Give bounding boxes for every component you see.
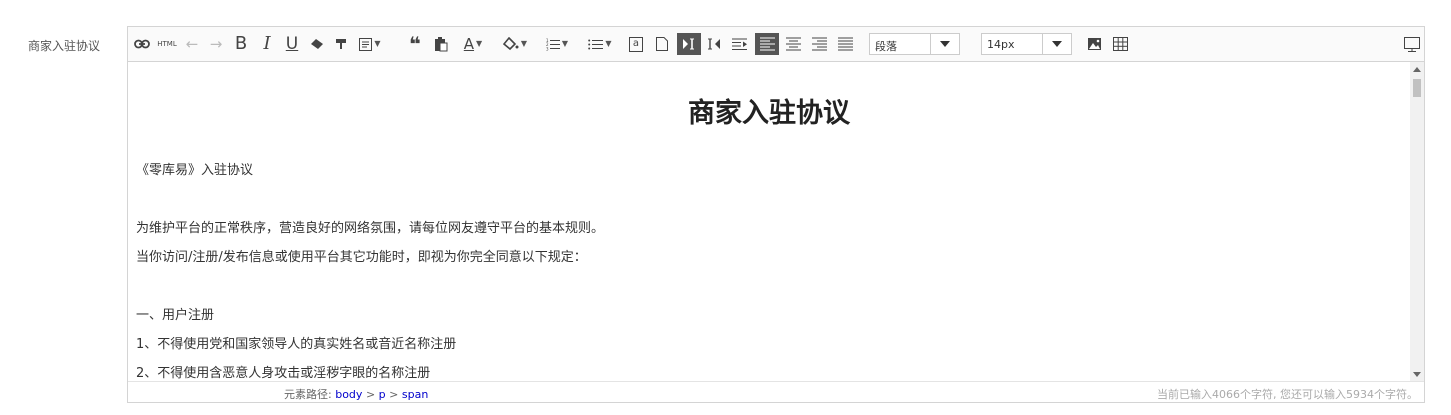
vertical-scrollbar[interactable] — [1410, 62, 1424, 382]
clear-format-button[interactable]: a — [626, 33, 646, 55]
paragraph: 《零库易》入驻协议 — [136, 163, 254, 178]
ordered-list-icon[interactable]: 1 2 3 ▼ — [542, 33, 572, 55]
align-right-icon[interactable] — [809, 33, 829, 55]
character-count: 当前已输入4066个字符, 您还可以输入5934个字符。 — [1157, 388, 1418, 401]
path-separator: > — [365, 388, 376, 401]
unordered-list-icon[interactable]: ▼ — [584, 33, 616, 55]
clear-format-label: a — [629, 36, 643, 52]
font-size-select[interactable]: 14px — [981, 33, 1072, 55]
paragraph: 1、不得使用党和国家领导人的真实姓名或音近名称注册 — [136, 337, 457, 352]
paragraph: 为维护平台的正常秩序，营造良好的网络氛围，请每位网友遵守平台的基本规则。 — [136, 221, 605, 236]
text-direction-ltr-icon[interactable] — [677, 33, 701, 55]
editor-content-area[interactable]: 商家入驻协议 《零库易》入驻协议 为维护平台的正常秩序，营造良好的网络氛围，请每… — [128, 62, 1410, 382]
redo-icon[interactable]: → — [207, 33, 225, 55]
underline-button[interactable]: U — [283, 33, 301, 55]
paragraph-format-select[interactable]: 段落 — [869, 33, 960, 55]
italic-button[interactable]: I — [258, 33, 276, 55]
undo-icon[interactable]: ← — [183, 33, 201, 55]
path-crumb-span[interactable]: span — [402, 388, 428, 401]
path-crumb-body[interactable]: body — [335, 388, 362, 401]
element-path-label: 元素路径: — [284, 388, 332, 401]
font-size-value: 14px — [987, 38, 1015, 51]
chevron-down-icon[interactable] — [1042, 34, 1071, 54]
italic-label: I — [263, 33, 271, 54]
fullscreen-icon[interactable] — [1402, 33, 1422, 55]
format-painter-icon[interactable] — [332, 33, 350, 55]
html-source-button[interactable]: HTML — [155, 33, 179, 55]
link-icon[interactable] — [132, 33, 152, 55]
scroll-up-icon[interactable] — [1413, 67, 1421, 72]
page-icon[interactable] — [653, 33, 671, 55]
path-separator: > — [389, 388, 399, 401]
align-left-icon[interactable] — [755, 33, 779, 55]
paragraph: 一、用户注册 — [136, 308, 215, 323]
image-icon[interactable] — [1085, 33, 1105, 55]
underline-label: U — [285, 33, 299, 54]
text-direction-rtl-icon[interactable] — [704, 33, 724, 55]
scroll-thumb[interactable] — [1413, 79, 1421, 97]
editor-toolbar: HTML ← → B I U ▼ ❝ A ▼ ▼ 1 2 3 ▼ ▼ a 段落 … — [128, 27, 1424, 62]
paragraph-format-value: 段落 — [875, 40, 897, 53]
align-center-icon[interactable] — [783, 33, 803, 55]
background-color-icon[interactable]: ▼ — [500, 33, 530, 55]
element-path: 元素路径: body > p > span — [284, 386, 428, 402]
eraser-icon[interactable] — [308, 33, 326, 55]
indent-icon[interactable] — [729, 33, 749, 55]
table-icon[interactable] — [1110, 33, 1130, 55]
quote-label: ❝ — [409, 32, 421, 56]
paste-icon[interactable] — [432, 33, 450, 55]
font-color-label: A — [463, 34, 475, 53]
bold-button[interactable]: B — [232, 33, 250, 55]
block-format-icon[interactable]: ▼ — [356, 33, 384, 55]
scroll-down-icon[interactable] — [1413, 372, 1421, 377]
font-color-button[interactable]: A ▼ — [458, 33, 488, 55]
field-label: 商家入驻协议 — [28, 39, 101, 53]
chevron-down-icon[interactable] — [930, 34, 959, 54]
editor-statusbar: 元素路径: body > p > span 当前已输入4066个字符, 您还可以… — [128, 381, 1424, 402]
rich-text-editor[interactable]: HTML ← → B I U ▼ ❝ A ▼ ▼ 1 2 3 ▼ ▼ a 段落 … — [127, 26, 1425, 403]
path-crumb-p[interactable]: p — [379, 388, 386, 401]
paragraph: 当你访问/注册/发布信息或使用平台其它功能时，即视为你完全同意以下规定： — [136, 250, 587, 265]
html-label: HTML — [157, 39, 177, 48]
document-title: 商家入驻协议 — [688, 98, 850, 129]
quote-icon[interactable]: ❝ — [406, 33, 424, 55]
paragraph: 2、不得使用含恶意人身攻击或淫秽字眼的名称注册 — [136, 366, 431, 381]
align-justify-icon[interactable] — [835, 33, 855, 55]
bold-label: B — [234, 33, 248, 54]
svg-text:3: 3 — [546, 46, 549, 51]
